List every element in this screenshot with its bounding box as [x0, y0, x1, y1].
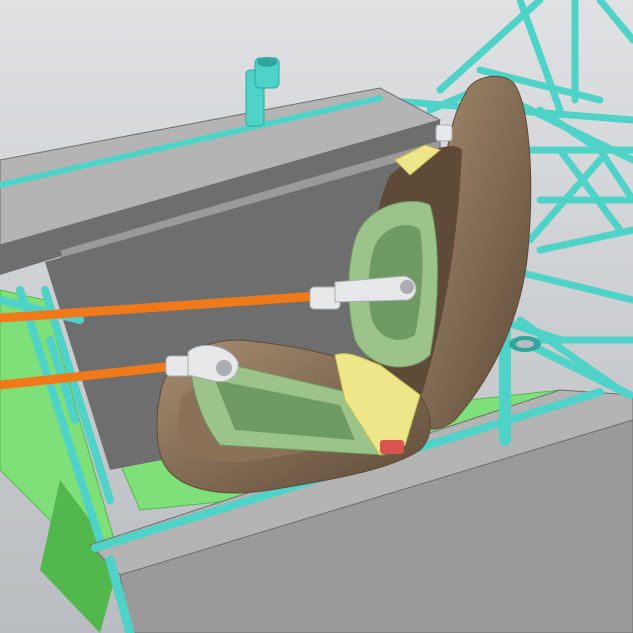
chassis-seat-render [0, 0, 633, 633]
cad-viewport[interactable] [0, 0, 633, 633]
harness-buckle [380, 440, 404, 454]
